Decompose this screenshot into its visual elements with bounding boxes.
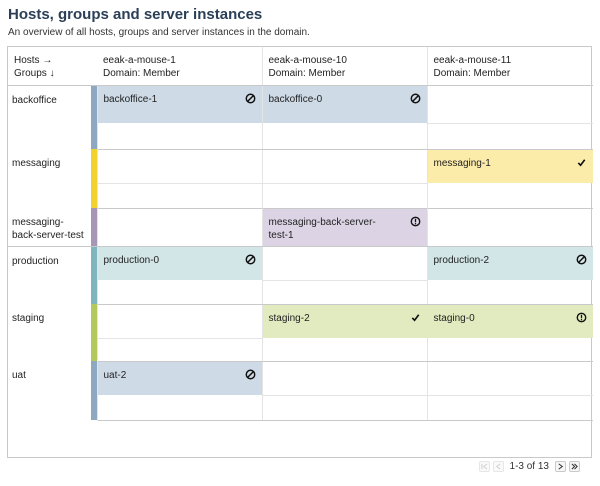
server-instance-label: backoffice-1 bbox=[103, 93, 158, 105]
server-instance[interactable]: uat-2 bbox=[98, 362, 262, 396]
server-instance-cell[interactable]: backoffice-0 bbox=[262, 85, 428, 124]
host-header-10[interactable]: eeak-a-mouse-10 Domain: Member bbox=[262, 47, 428, 86]
host-domain: Domain: Member bbox=[268, 68, 346, 79]
server-instance-label: production-0 bbox=[103, 254, 160, 266]
stopped-icon bbox=[576, 254, 587, 265]
server-instance-label: backoffice-0 bbox=[268, 93, 323, 105]
empty-cell bbox=[262, 183, 428, 209]
empty-cell bbox=[427, 361, 593, 396]
pager-range: 1-3 of 13 bbox=[509, 461, 549, 472]
host-domain: Domain: Member bbox=[103, 68, 180, 79]
server-instance-cell[interactable]: messaging-1 bbox=[427, 149, 593, 183]
empty-cell bbox=[427, 183, 593, 209]
last-page-icon bbox=[571, 463, 578, 470]
empty-cell bbox=[97, 208, 263, 247]
empty-cell bbox=[262, 338, 428, 362]
stopped-icon bbox=[245, 254, 256, 265]
groups-axis-label: Groups ↓ bbox=[14, 68, 55, 79]
server-instance-label: messaging-back-server- test-1 bbox=[268, 216, 376, 241]
stopped-icon bbox=[245, 93, 256, 104]
server-instance-cell[interactable]: messaging-back-server- test-1 bbox=[262, 208, 428, 247]
prev-page-icon bbox=[495, 463, 501, 470]
server-instance-label: uat-2 bbox=[103, 369, 127, 381]
check-icon bbox=[576, 157, 587, 168]
empty-cell bbox=[427, 123, 593, 150]
stopped-icon bbox=[245, 369, 256, 380]
server-instance[interactable]: production-0 bbox=[98, 247, 262, 281]
host-domain: Domain: Member bbox=[433, 68, 511, 79]
group-row: production production-0 production-2 bbox=[8, 246, 593, 304]
empty-cell bbox=[97, 395, 263, 421]
group-row: staging staging-2 staging-0 bbox=[8, 304, 593, 361]
group-row: uat uat-2 bbox=[8, 361, 593, 420]
page-title: Hosts, groups and server instances bbox=[8, 6, 263, 23]
host-header-11[interactable]: eeak-a-mouse-11 Domain: Member bbox=[427, 47, 593, 86]
empty-cell bbox=[427, 395, 593, 421]
hosts-axis-label: Hosts → bbox=[14, 55, 53, 66]
server-instance-label: messaging-1 bbox=[433, 157, 491, 169]
topology-matrix: Hosts → Groups ↓ eeak-a-mouse-1 Domain: … bbox=[7, 46, 593, 458]
empty-cell bbox=[427, 280, 593, 305]
server-instance-cell[interactable]: backoffice-1 bbox=[97, 85, 263, 124]
last-page-button[interactable] bbox=[569, 461, 580, 472]
empty-cell bbox=[262, 395, 428, 421]
empty-cell bbox=[97, 280, 263, 305]
empty-cell bbox=[97, 183, 263, 209]
empty-cell bbox=[427, 85, 593, 124]
group-name[interactable]: production bbox=[8, 246, 91, 304]
stopped-icon bbox=[410, 93, 421, 104]
pager: 1-3 of 13 bbox=[478, 461, 580, 472]
server-instance-cell[interactable]: production-0 bbox=[97, 246, 263, 281]
host-header-1[interactable]: eeak-a-mouse-1 Domain: Member bbox=[97, 47, 263, 86]
next-page-button[interactable] bbox=[555, 461, 566, 472]
empty-cell bbox=[262, 361, 428, 396]
server-instance-label: staging-0 bbox=[433, 312, 475, 324]
group-name[interactable]: messaging bbox=[8, 149, 91, 208]
host-name: eeak-a-mouse-1 bbox=[103, 55, 176, 66]
check-icon bbox=[410, 312, 421, 323]
group-row: backoffice backoffice-1 backoffice-0 bbox=[8, 85, 593, 149]
server-instance-cell[interactable]: staging-2 bbox=[262, 304, 428, 339]
next-page-icon bbox=[558, 463, 564, 470]
server-instance[interactable]: staging-2 bbox=[263, 305, 427, 339]
topology-table: Hosts → Groups ↓ eeak-a-mouse-1 Domain: … bbox=[8, 47, 593, 421]
server-instance[interactable]: backoffice-0 bbox=[263, 86, 427, 124]
prev-page-button[interactable] bbox=[492, 461, 504, 472]
server-instance[interactable]: backoffice-1 bbox=[98, 86, 262, 124]
first-page-button[interactable] bbox=[478, 461, 490, 472]
page-subtitle: An overview of all hosts, groups and ser… bbox=[8, 27, 310, 38]
empty-cell bbox=[262, 246, 428, 281]
server-instance-cell[interactable]: uat-2 bbox=[97, 361, 263, 396]
group-name[interactable]: uat bbox=[8, 361, 91, 420]
empty-cell bbox=[427, 208, 593, 247]
server-instance-cell[interactable]: staging-0 bbox=[427, 304, 593, 338]
empty-cell bbox=[97, 149, 263, 184]
empty-cell bbox=[97, 123, 263, 150]
group-name[interactable]: messaging- back-server-test bbox=[8, 208, 91, 247]
server-instance-label: production-2 bbox=[433, 254, 490, 266]
header-row: Hosts → Groups ↓ eeak-a-mouse-1 Domain: … bbox=[8, 47, 593, 86]
server-instance[interactable]: messaging-back-server- test-1 bbox=[263, 209, 427, 246]
empty-cell bbox=[97, 338, 263, 362]
server-instance[interactable]: messaging-1 bbox=[428, 150, 594, 184]
host-name: eeak-a-mouse-11 bbox=[433, 55, 512, 66]
group-row: messaging messaging-1 bbox=[8, 149, 593, 208]
empty-cell bbox=[262, 280, 428, 305]
empty-cell bbox=[262, 149, 428, 184]
empty-cell bbox=[97, 304, 263, 339]
server-instance-cell[interactable]: production-2 bbox=[427, 246, 593, 280]
warning-icon bbox=[410, 216, 421, 227]
host-name: eeak-a-mouse-10 bbox=[268, 55, 347, 66]
server-instance[interactable]: staging-0 bbox=[428, 305, 594, 339]
empty-cell bbox=[427, 338, 593, 362]
warning-icon bbox=[576, 312, 587, 323]
group-name[interactable]: backoffice bbox=[8, 85, 91, 149]
server-instance[interactable]: production-2 bbox=[428, 247, 594, 281]
empty-cell bbox=[262, 123, 428, 150]
corner-header: Hosts → Groups ↓ bbox=[8, 47, 91, 86]
first-page-icon bbox=[480, 463, 487, 470]
group-name[interactable]: staging bbox=[8, 304, 91, 361]
server-instance-label: staging-2 bbox=[268, 312, 310, 324]
